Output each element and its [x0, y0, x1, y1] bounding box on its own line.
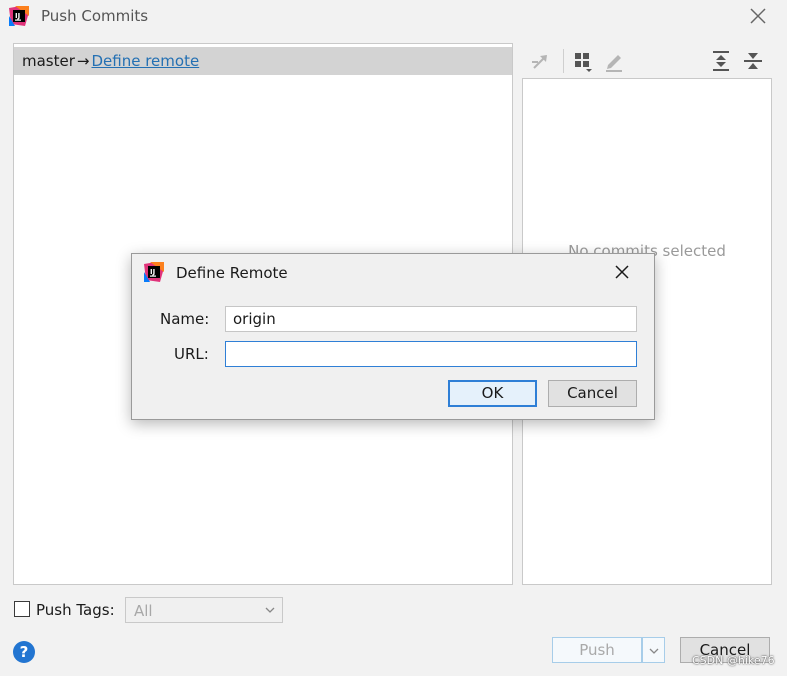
collapse-all-icon[interactable] [741, 49, 765, 73]
push-options-button[interactable] [642, 637, 665, 663]
push-tags-dropdown-value: All [134, 602, 153, 620]
branch-name: master [22, 52, 75, 70]
push-button[interactable]: Push [552, 637, 642, 663]
toolbar-separator [563, 49, 564, 73]
edit-icon[interactable] [602, 49, 626, 73]
intellij-app-icon: IJ [9, 6, 29, 26]
title-bar: IJ Push Commits [0, 0, 787, 36]
chevron-down-icon [649, 648, 659, 654]
remote-url-input[interactable] [225, 341, 637, 367]
dialog-title: Define Remote [176, 264, 288, 282]
svg-text:IJ: IJ [150, 268, 155, 276]
close-icon[interactable] [746, 4, 770, 28]
ok-button[interactable]: OK [448, 380, 537, 407]
push-tags-label: Push Tags: [36, 601, 115, 619]
branch-arrow-icon: → [76, 52, 90, 70]
push-tags-checkbox[interactable] [14, 601, 30, 617]
watermark-text: CSDN @hike76 [692, 654, 775, 667]
intellij-app-icon: IJ [144, 262, 164, 282]
help-icon[interactable]: ? [13, 641, 35, 663]
expand-all-icon[interactable] [709, 49, 733, 73]
dialog-close-icon[interactable] [611, 261, 633, 283]
branch-label: master → Define remote [22, 52, 199, 70]
define-remote-link[interactable]: Define remote [91, 52, 199, 70]
define-remote-dialog: IJ Define Remote Name: URL: OK Cancel [131, 253, 655, 420]
dialog-cancel-button[interactable]: Cancel [548, 380, 637, 407]
push-tags-dropdown: All [125, 597, 283, 623]
group-by-icon[interactable] [572, 49, 596, 73]
remote-name-input[interactable] [225, 306, 637, 332]
chevron-down-icon [265, 607, 275, 613]
svg-text:IJ: IJ [15, 12, 20, 20]
branch-row[interactable]: master → Define remote [14, 47, 512, 75]
window-title: Push Commits [41, 7, 149, 25]
cherry-pick-icon[interactable] [529, 49, 553, 73]
name-label: Name: [160, 310, 210, 328]
url-label: URL: [174, 345, 209, 363]
